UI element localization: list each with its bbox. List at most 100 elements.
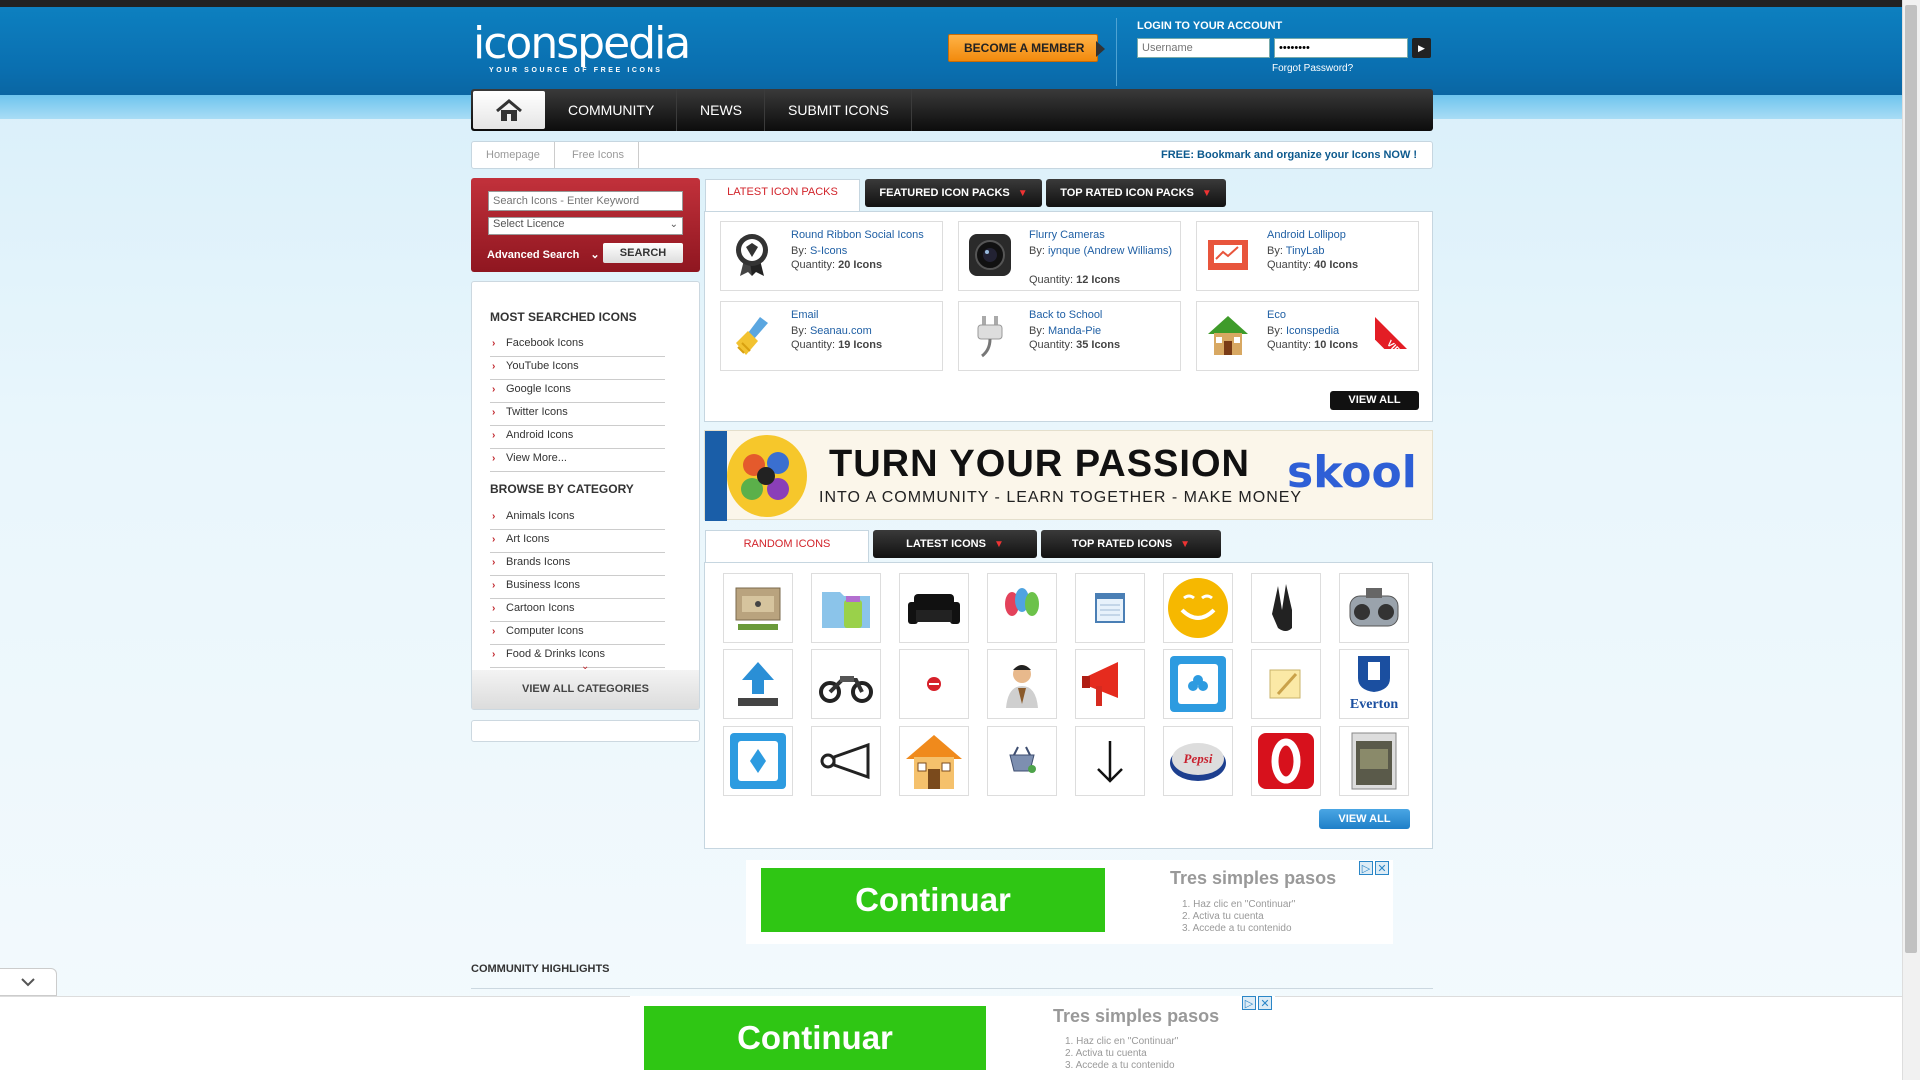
packs-view-all-button[interactable]: VIEW ALL	[1330, 391, 1419, 410]
icon-tile[interactable]	[723, 649, 793, 719]
category-link[interactable]: › Business Icons	[490, 576, 665, 599]
tab-top-rated-icons[interactable]: TOP RATED ICONS ▼	[1041, 530, 1221, 558]
icon-tile[interactable]	[1163, 573, 1233, 643]
icon-tile[interactable]	[987, 649, 1057, 719]
category-link[interactable]: › Computer Icons	[490, 622, 665, 645]
advanced-search-toggle[interactable]: Advanced Search ⌄	[487, 248, 600, 261]
category-link[interactable]: › Animals Icons	[490, 507, 665, 530]
nav-news[interactable]: NEWS	[678, 89, 765, 131]
pack-author-link[interactable]: Iconspedia	[1286, 325, 1339, 337]
tab-latest-icons[interactable]: LATEST ICONS ▼	[873, 530, 1037, 558]
icon-tile[interactable]	[1339, 573, 1409, 643]
pack-title[interactable]: Round Ribbon Social Icons	[791, 229, 941, 241]
become-member-button[interactable]: BECOME A MEMBER	[948, 34, 1105, 62]
icon-tile[interactable]	[1075, 649, 1145, 719]
sidebar-link[interactable]: › Google Icons	[490, 380, 665, 403]
breadcrumb-free-icons[interactable]: Free Icons	[558, 142, 639, 168]
tab-random-icons[interactable]: RANDOM ICONS	[705, 530, 869, 563]
sidebar-link[interactable]: › Facebook Icons	[490, 334, 665, 357]
forgot-password-link[interactable]: Forgot Password?	[1272, 63, 1353, 74]
pack-card[interactable]: Flurry Cameras By: iynque (Andrew Willia…	[958, 221, 1181, 291]
icon-tile[interactable]	[1251, 649, 1321, 719]
continue-ad-button[interactable]: Continuar	[761, 868, 1105, 932]
view-all-categories-button[interactable]: VIEW ALL CATEGORIES	[472, 670, 699, 709]
chevron-right-icon: ›	[492, 511, 496, 522]
pack-title[interactable]: Email	[791, 309, 941, 321]
pack-card[interactable]: Back to School By: Manda-Pie Quantity: 3…	[958, 301, 1181, 371]
icon-tile[interactable]	[899, 649, 969, 719]
sidebar-link[interactable]: › Twitter Icons	[490, 403, 665, 426]
icon-tile[interactable]	[1075, 726, 1145, 796]
ad-headline: TURN YOUR PASSION	[829, 443, 1250, 485]
search-input[interactable]	[488, 191, 683, 211]
pack-title[interactable]: Android Lollipop	[1267, 229, 1417, 241]
password-input[interactable]	[1274, 38, 1408, 58]
pack-author-link[interactable]: S-Icons	[810, 245, 847, 257]
bottom-ad-box[interactable]: Continuar Tres simples pasos 1. Haz clic…	[630, 996, 1275, 1080]
ad-choices-icon[interactable]: ▷	[1242, 996, 1256, 1010]
pack-card[interactable]: Round Ribbon Social Icons By: S-Icons Qu…	[720, 221, 943, 291]
icon-tile[interactable]	[899, 573, 969, 643]
chevron-down-icon	[21, 978, 35, 987]
icon-tile[interactable]	[1251, 573, 1321, 643]
ad-box[interactable]: Continuar Tres simples pasos 1. Haz clic…	[746, 860, 1393, 944]
username-input[interactable]	[1137, 38, 1270, 58]
sidebar-link[interactable]: › Android Icons	[490, 426, 665, 449]
pack-author: By: S-Icons	[791, 244, 941, 258]
ad-banner[interactable]: TURN YOUR PASSION INTO A COMMUNITY - LEA…	[704, 430, 1433, 521]
nav-home-button[interactable]	[473, 91, 545, 129]
icon-tile[interactable]	[1339, 726, 1409, 796]
window-icon	[1095, 593, 1125, 623]
icon-tile[interactable]	[723, 573, 793, 643]
nav-submit-icons[interactable]: SUBMIT ICONS	[766, 89, 912, 131]
category-link[interactable]: › Brands Icons	[490, 553, 665, 576]
house-icon	[1205, 312, 1251, 358]
pack-author-link[interactable]: iynque (Andrew Williams)	[1048, 245, 1172, 257]
category-link[interactable]: › Food & Drinks Icons	[490, 645, 665, 668]
icon-tile[interactable]: Everton	[1339, 649, 1409, 719]
search-button[interactable]: SEARCH	[603, 243, 683, 263]
continue-ad-button[interactable]: Continuar	[644, 1006, 986, 1070]
breadcrumb-homepage[interactable]: Homepage	[472, 142, 555, 168]
sidebar-link[interactable]: › YouTube Icons	[490, 357, 665, 380]
pack-author: By: TinyLab	[1267, 244, 1417, 258]
sidebar-link[interactable]: › View More...	[490, 449, 665, 472]
icon-tile[interactable]	[1163, 649, 1233, 719]
icon-tile[interactable]	[899, 726, 969, 796]
icon-tile[interactable]	[723, 726, 793, 796]
icons-view-all-button[interactable]: VIEW ALL	[1319, 809, 1410, 829]
pack-author-link[interactable]: Manda-Pie	[1048, 325, 1101, 337]
scrollbar-thumb[interactable]	[1905, 5, 1917, 953]
pack-card[interactable]: Email By: Seanau.com Quantity: 19 Icons	[720, 301, 943, 371]
icon-tile[interactable]	[811, 649, 881, 719]
tab-latest-icon-packs[interactable]: LATEST ICON PACKS	[705, 179, 860, 212]
category-link[interactable]: › Cartoon Icons	[490, 599, 665, 622]
ad-banner-edge	[705, 431, 727, 521]
bookmark-promo-link[interactable]: FREE: Bookmark and organize your Icons N…	[1161, 149, 1417, 161]
pack-card[interactable]: Android Lollipop By: TinyLab Quantity: 4…	[1196, 221, 1419, 291]
ad-choices-icon[interactable]: ▷	[1359, 861, 1373, 875]
icon-tile[interactable]	[1251, 726, 1321, 796]
icon-tile[interactable]	[811, 726, 881, 796]
icon-tile[interactable]	[987, 726, 1057, 796]
icon-tile[interactable]	[811, 573, 881, 643]
sofa-icon	[908, 594, 960, 624]
icon-tile[interactable]	[1075, 573, 1145, 643]
tab-label: TOP RATED ICON PACKS	[1060, 187, 1194, 199]
close-icon[interactable]: ✕	[1258, 996, 1272, 1010]
icon-tile[interactable]	[987, 573, 1057, 643]
icon-tile[interactable]: Pepsi	[1163, 726, 1233, 796]
pack-title[interactable]: Back to School	[1029, 309, 1179, 321]
tab-top-rated-icon-packs[interactable]: TOP RATED ICON PACKS ▼	[1046, 179, 1226, 207]
licence-select[interactable]: Select Licence ⌄	[488, 217, 683, 235]
pack-author-link[interactable]: TinyLab	[1286, 245, 1325, 257]
tab-featured-icon-packs[interactable]: FEATURED ICON PACKS ▼	[865, 179, 1042, 207]
site-logo[interactable]: iconspedia YOUR SOURCE OF FREE ICONS	[473, 22, 691, 78]
pack-author-link[interactable]: Seanau.com	[810, 325, 872, 337]
category-link[interactable]: › Art Icons	[490, 530, 665, 553]
nav-community[interactable]: COMMUNITY	[546, 89, 678, 131]
close-icon[interactable]: ✕	[1375, 861, 1389, 875]
collapse-ad-button[interactable]	[0, 968, 57, 996]
pack-title[interactable]: Flurry Cameras	[1029, 229, 1179, 241]
login-submit-button[interactable]: ▶	[1412, 38, 1431, 58]
